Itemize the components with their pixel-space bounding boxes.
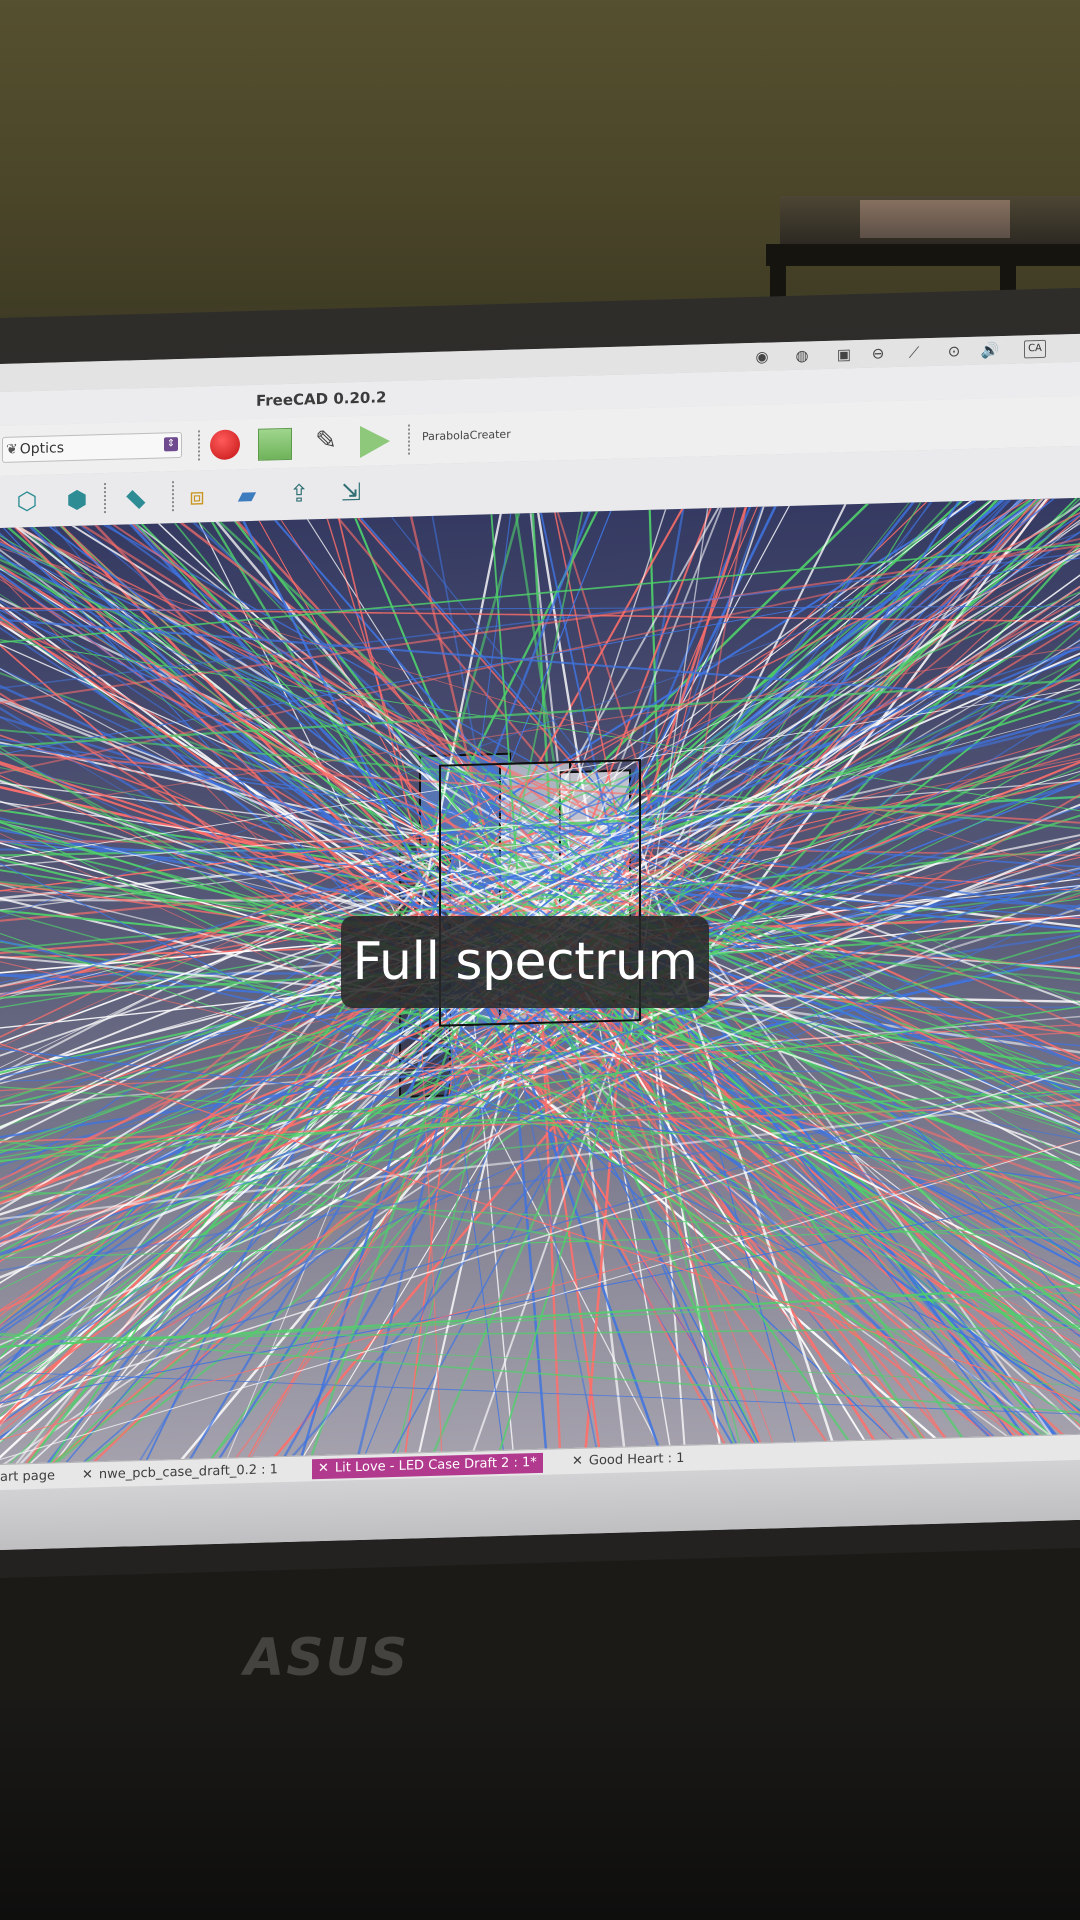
- macro-stop-button[interactable]: [258, 427, 292, 461]
- tab-label: Good Heart : 1: [588, 1450, 685, 1469]
- close-icon[interactable]: ✕: [318, 1461, 329, 1476]
- volume-icon[interactable]: 🔊: [980, 340, 1000, 361]
- shelf: [766, 244, 1080, 266]
- tab-start-page[interactable]: art page: [0, 1466, 61, 1488]
- shelf-box: [860, 200, 1010, 238]
- network-icon[interactable]: ⟋: [904, 342, 924, 363]
- photo-scene: ASUS ◉ ◍ ▣ ⊖ ⟋ ⊙ 🔊 CA FreeCAD 0.20.2 ❦ Op…: [0, 0, 1080, 1920]
- workbench-selector[interactable]: ❦ Optics ⇕: [2, 431, 182, 463]
- chevron-down-icon[interactable]: ⇕: [164, 437, 178, 452]
- clipboard-icon[interactable]: ▣: [834, 344, 854, 365]
- macro-execute-button[interactable]: [360, 425, 390, 458]
- app-circle-icon[interactable]: ◉: [752, 346, 772, 367]
- window-title: FreeCAD 0.20.2: [256, 388, 387, 410]
- macro-name-button[interactable]: ParabolaCreater: [422, 428, 511, 443]
- measure-ruler-icon[interactable]: ▬: [114, 475, 161, 522]
- room-wall: [0, 0, 1080, 340]
- tab-label: Lit Love - LED Case Draft 2 : 1*: [334, 1455, 537, 1476]
- toolbar-separator: [104, 483, 106, 514]
- close-icon[interactable]: ✕: [572, 1454, 583, 1469]
- toolbar-separator: [172, 481, 174, 512]
- app-circle-icon[interactable]: ◍: [792, 345, 812, 366]
- macro-record-button[interactable]: [210, 429, 240, 461]
- macro-edit-icon[interactable]: ✎: [310, 424, 342, 457]
- workbench-selector-label: Optics: [19, 440, 65, 458]
- view-box-icon[interactable]: ⬢: [60, 483, 94, 516]
- tab-good-heart[interactable]: ✕ Good Heart : 1: [566, 1449, 690, 1472]
- media-icon[interactable]: ⊙: [944, 341, 964, 362]
- isometric-view-icon[interactable]: ⬡: [10, 485, 44, 518]
- keyboard-layout-indicator[interactable]: CA: [1024, 339, 1046, 359]
- laptop-brand-logo: ASUS: [244, 1628, 410, 1688]
- link-actions-icon[interactable]: ⇲: [334, 476, 368, 509]
- close-icon[interactable]: ✕: [82, 1467, 93, 1482]
- toolbar-separator: [198, 430, 200, 461]
- tab-label: art page: [0, 1468, 56, 1485]
- folder-icon[interactable]: ▰: [230, 479, 264, 512]
- sync-icon[interactable]: ⊖: [868, 343, 888, 364]
- tab-label: nwe_pcb_case_draft_0.2 : 1: [98, 1462, 278, 1483]
- optics-workbench-icon: ❦: [6, 441, 18, 458]
- story-caption: Full spectrum: [341, 916, 709, 1008]
- part-boxes-icon[interactable]: ⧈: [180, 480, 214, 513]
- desk: [0, 1700, 1080, 1920]
- link-icon[interactable]: ⇪: [282, 477, 316, 510]
- toolbar-separator: [408, 424, 410, 455]
